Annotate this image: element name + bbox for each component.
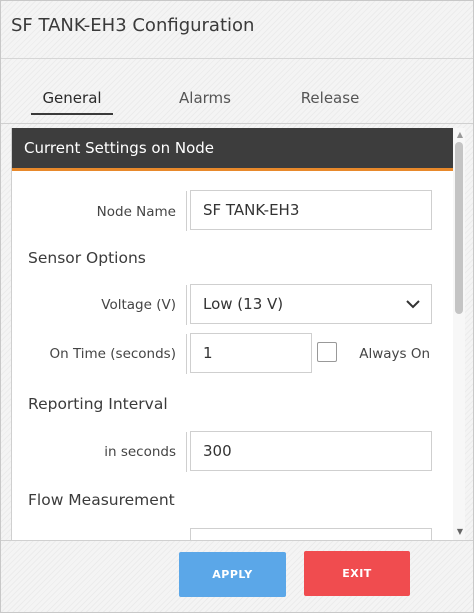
tab-bar: General Alarms Release [1,85,473,125]
on-time-input[interactable] [190,333,312,373]
apply-button[interactable]: APPLY [179,552,286,597]
dialog-title: SF TANK-EH3 Configuration [11,15,255,36]
footer-divider [1,540,473,541]
label-separator [186,285,187,325]
panel-scrollbar[interactable]: ▲ ▼ [453,128,465,540]
reporting-interval-input[interactable] [190,431,432,471]
reporting-interval-heading: Reporting Interval [28,395,168,413]
scroll-up-arrow-icon[interactable]: ▲ [457,130,463,139]
current-settings-header: Current Settings on Node [12,128,465,171]
label-separator [186,432,187,472]
interval-seconds-label: in seconds [104,444,176,460]
voltage-select[interactable]: Low (13 V) [190,284,432,324]
node-name-label: Node Name [96,204,176,220]
on-time-label: On Time (seconds) [49,346,176,362]
chevron-down-icon [405,285,421,323]
always-on-checkbox[interactable] [317,342,337,362]
exit-button[interactable]: EXIT [304,551,410,596]
configuration-dialog: SF TANK-EH3 Configuration General Alarms… [0,0,474,613]
tab-general[interactable]: General [31,85,113,123]
tab-divider [1,123,473,124]
header-divider [1,58,473,59]
flow-measurement-field[interactable] [190,528,432,540]
node-name-input[interactable] [190,190,432,230]
settings-panel: Current Settings on Node Node Name Senso… [11,128,465,540]
voltage-label: Voltage (V) [101,297,176,313]
always-on-label: Always On [359,346,430,362]
label-separator [186,191,187,231]
scrollbar-thumb[interactable] [455,142,463,314]
scroll-down-arrow-icon[interactable]: ▼ [457,527,463,536]
voltage-selected-value: Low (13 V) [203,295,284,313]
flow-measurement-heading: Flow Measurement [28,491,175,509]
sensor-options-heading: Sensor Options [28,249,146,267]
tab-alarms[interactable]: Alarms [161,85,249,123]
label-separator [186,334,187,374]
tab-release[interactable]: Release [288,85,372,123]
